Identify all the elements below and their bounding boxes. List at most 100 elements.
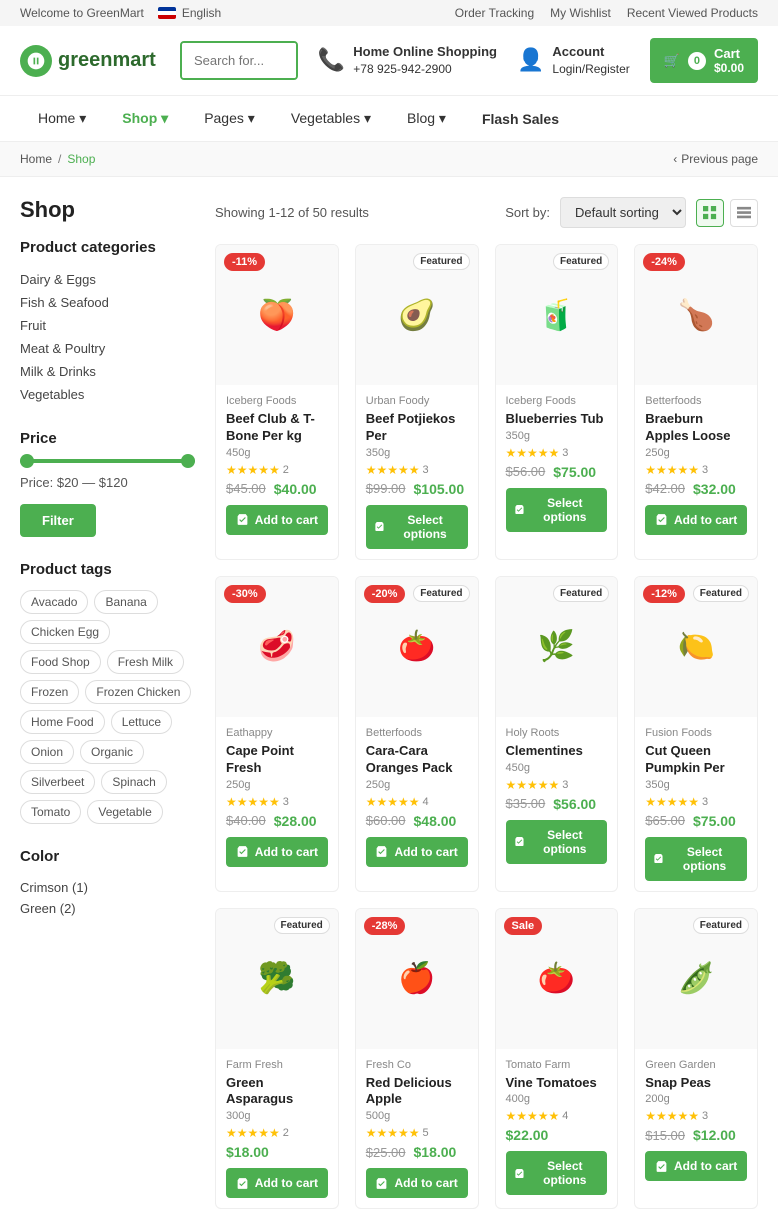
price-new: $12.00 [693,1127,736,1143]
price-row: $42.00 $32.00 [645,481,747,497]
tag-vegetable[interactable]: Vegetable [87,800,162,824]
logo-icon [20,45,52,77]
tag-banana[interactable]: Banana [94,590,157,614]
nav-vegetables[interactable]: Vegetables ▾ [273,96,389,141]
price-slider[interactable] [20,459,195,463]
tag-chicken-egg[interactable]: Chicken Egg [20,620,110,644]
prev-page-link[interactable]: ‹ Previous page [673,152,758,166]
search-input[interactable] [182,43,298,78]
price-old: $42.00 [645,481,685,496]
discount-badge: Sale [504,917,543,935]
star-icon: ★★★★★ [645,795,699,809]
product-image: -11% 🍑 [216,245,338,385]
sort-select[interactable]: Default sorting [560,197,686,228]
nav-blog[interactable]: Blog ▾ [389,96,464,141]
welcome-text: Welcome to GreenMart [20,6,144,20]
logo[interactable]: greenmart [20,45,160,77]
product-weight: 300g [226,1110,328,1122]
recent-viewed-link[interactable]: Recent Viewed Products [627,6,758,20]
select-options-button[interactable]: Select options [506,1151,608,1195]
add-to-cart-button[interactable]: Add to cart [226,837,328,867]
language-selector[interactable]: English [182,6,221,20]
tag-organic[interactable]: Organic [80,740,144,764]
product-info: Fresh Co Red Delicious Apple 500g ★★★★★ … [356,1049,478,1209]
product-brand: Farm Fresh [226,1059,328,1071]
product-info: Betterfoods Cara-Cara Oranges Pack 250g … [356,717,478,877]
breadcrumb-home[interactable]: Home [20,152,52,166]
color-green[interactable]: Green (2) [20,898,195,919]
categories-section: Product categories Dairy & Eggs Fish & S… [20,239,195,406]
price-row: $40.00 $28.00 [226,813,328,829]
product-stars: ★★★★★ 2 [226,463,328,477]
tag-silverbeet[interactable]: Silverbeet [20,770,95,794]
tag-spinach[interactable]: Spinach [101,770,166,794]
slider-thumb-left[interactable] [20,454,34,468]
product-image: -12% Featured 🍋 [635,577,757,717]
product-name: Red Delicious Apple [366,1075,468,1109]
product-image: -24% 🍗 [635,245,757,385]
product-brand: Tomato Farm [506,1059,608,1071]
results-text: Showing 1-12 of 50 results [215,205,369,220]
add-to-cart-button[interactable]: Add to cart [226,1168,328,1198]
product-name: Cut Queen Pumpkin Per [645,743,747,777]
price-new: $48.00 [414,813,457,829]
sort-label: Sort by: [505,205,550,220]
tag-frozen[interactable]: Frozen [20,680,79,704]
star-icon: ★★★★★ [366,795,420,809]
main-layout: Shop Product categories Dairy & Eggs Fis… [0,177,778,1229]
product-name: Vine Tomatoes [506,1075,608,1092]
tag-onion[interactable]: Onion [20,740,74,764]
price-new: $75.00 [693,813,736,829]
list-view-icon[interactable] [730,199,758,227]
category-meat[interactable]: Meat & Poultry [20,337,195,360]
category-dairy[interactable]: Dairy & Eggs [20,268,195,291]
nav-shop[interactable]: Shop ▾ [104,96,186,141]
product-brand: Eathappy [226,727,328,739]
phone-number: +78 925-942-2900 [353,62,451,76]
tag-frozen-chicken[interactable]: Frozen Chicken [85,680,191,704]
account-action[interactable]: 👤 Account Login/Register [517,43,630,78]
category-vegetables[interactable]: Vegetables [20,383,195,406]
review-count: 3 [702,1110,708,1122]
select-options-button[interactable]: Select options [366,505,468,549]
add-to-cart-button[interactable]: Add to cart [366,837,468,867]
account-label: Account [552,43,629,61]
tag-fresh-milk[interactable]: Fresh Milk [107,650,184,674]
select-options-button[interactable]: Select options [506,820,608,864]
add-to-cart-button[interactable]: Add to cart [226,505,328,535]
product-name: Beef Potjiekos Per [366,411,468,445]
review-count: 4 [423,796,429,808]
tag-food-shop[interactable]: Food Shop [20,650,101,674]
product-stars: ★★★★★ 3 [645,795,747,809]
tag-home-food[interactable]: Home Food [20,710,105,734]
star-icon: ★★★★★ [506,1109,560,1123]
select-options-button[interactable]: Select options [506,488,608,532]
tag-avacado[interactable]: Avacado [20,590,88,614]
product-stars: ★★★★★ 4 [366,795,468,809]
tag-tomato[interactable]: Tomato [20,800,81,824]
product-card-11: Featured 🫛 Green Garden Snap Peas 200g ★… [634,908,758,1210]
product-card-7: -12% Featured 🍋 Fusion Foods Cut Queen P… [634,576,758,892]
add-to-cart-button[interactable]: Add to cart [645,1151,747,1181]
tag-lettuce[interactable]: Lettuce [111,710,172,734]
order-tracking-link[interactable]: Order Tracking [455,6,534,20]
category-fruit[interactable]: Fruit [20,314,195,337]
category-fish[interactable]: Fish & Seafood [20,291,195,314]
color-crimson[interactable]: Crimson (1) [20,877,195,898]
price-new: $56.00 [553,796,596,812]
featured-badge: Featured [693,917,749,934]
cart-button[interactable]: 🛒 0 Cart $0.00 [650,38,758,83]
slider-thumb-right[interactable] [181,454,195,468]
add-to-cart-button[interactable]: Add to cart [645,505,747,535]
category-milk[interactable]: Milk & Drinks [20,360,195,383]
nav-flash-sales[interactable]: Flash Sales [464,96,577,141]
product-stars: ★★★★★ 3 [226,795,328,809]
grid-view-icon[interactable] [696,199,724,227]
select-options-button[interactable]: Select options [645,837,747,881]
filter-button[interactable]: Filter [20,504,96,537]
nav-pages[interactable]: Pages ▾ [186,96,273,141]
wishlist-link[interactable]: My Wishlist [550,6,611,20]
nav-home[interactable]: Home ▾ [20,96,104,141]
add-to-cart-button[interactable]: Add to cart [366,1168,468,1198]
top-bar: Welcome to GreenMart English Order Track… [0,0,778,26]
